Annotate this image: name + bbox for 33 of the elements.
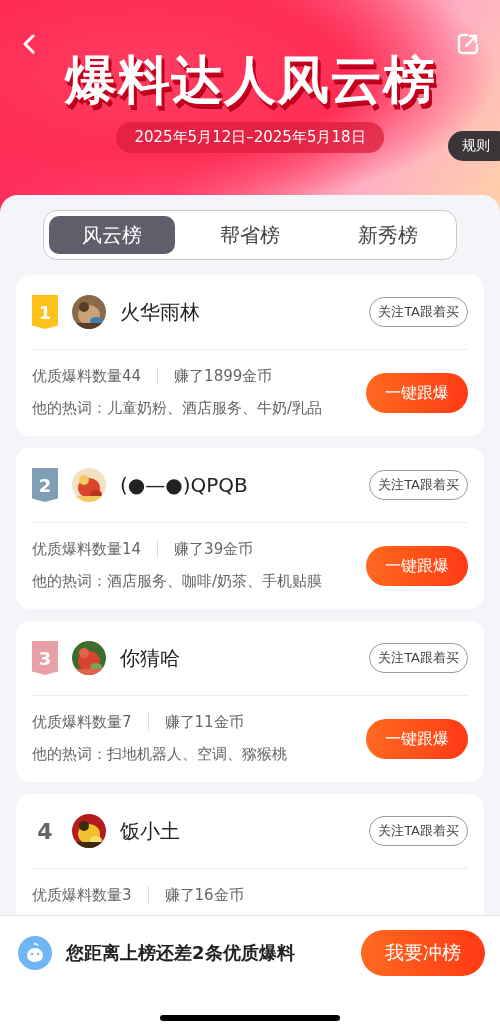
- user-name: (●—●)QPQB: [120, 473, 249, 497]
- user-name: 火华雨林: [120, 298, 201, 326]
- rank-gap-message: 您距离上榜还差2条优质爆料: [66, 941, 296, 965]
- tab[interactable]: 新秀榜: [325, 216, 451, 254]
- rank-badge: 1: [32, 295, 58, 329]
- mascot-icon: [18, 936, 52, 970]
- coins-earned: 赚了11金币: [164, 712, 244, 732]
- follow-button[interactable]: 关注TA跟着买: [369, 470, 468, 500]
- tab[interactable]: 风云榜: [49, 216, 175, 254]
- user-name: 你猜哈: [120, 644, 181, 672]
- tab[interactable]: 帮省榜: [187, 216, 313, 254]
- follow-button[interactable]: 关注TA跟着买: [369, 816, 468, 846]
- back-icon[interactable]: [22, 34, 36, 54]
- hot-words: 他的热词：酒店服务、咖啡/奶茶、手机贴膜: [32, 571, 323, 591]
- quality-count: 优质爆料数量14: [32, 539, 142, 559]
- follow-button[interactable]: 关注TA跟着买: [369, 297, 468, 327]
- page-title: 爆料达人风云榜: [63, 49, 437, 112]
- rules-button[interactable]: 规则: [448, 131, 500, 161]
- coins-earned: 赚了39金币: [174, 539, 254, 559]
- share-icon[interactable]: [456, 32, 480, 56]
- user-name: 饭小土: [120, 817, 181, 845]
- date-range: 2025年5月12日–2025年5月18日: [116, 122, 384, 153]
- quality-count: 优质爆料数量44: [32, 366, 142, 386]
- coins-earned: 赚了1899金币: [174, 366, 273, 386]
- hot-words: 他的热词：扫地机器人、空调、猕猴桃: [32, 744, 287, 764]
- quality-count: 优质爆料数量3: [32, 885, 132, 905]
- rank-number: 4: [36, 818, 54, 844]
- rank-badge: 3: [32, 641, 58, 675]
- hot-words: 他的热词：儿童奶粉、酒店服务、牛奶/乳品: [32, 398, 323, 418]
- follow-button[interactable]: 关注TA跟着买: [369, 643, 468, 673]
- coins-earned: 赚了16金币: [164, 885, 244, 905]
- rank-badge: 2: [32, 468, 58, 502]
- quality-count: 优质爆料数量7: [32, 712, 132, 732]
